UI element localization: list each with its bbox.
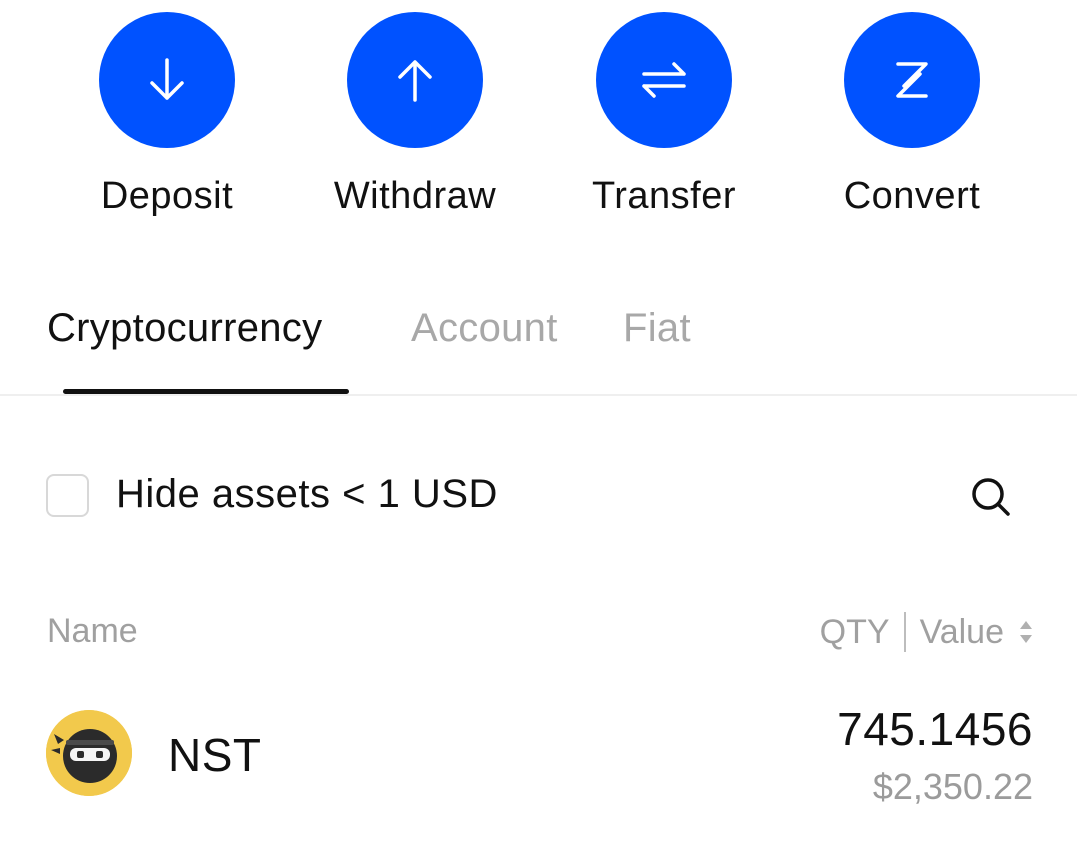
quick-actions: Deposit Withdraw Transfer Convert bbox=[0, 0, 1077, 240]
withdraw-button[interactable]: Withdraw bbox=[315, 12, 515, 232]
search-icon[interactable] bbox=[966, 472, 1016, 522]
name-column-header: Name bbox=[47, 612, 138, 650]
asset-list-header: Name QTY Value bbox=[0, 608, 1077, 658]
transfer-button[interactable]: Transfer bbox=[564, 12, 764, 232]
filter-row: Hide assets < 1 USD bbox=[0, 462, 1077, 532]
transfer-arrows-icon bbox=[596, 12, 732, 148]
tab-cryptocurrency[interactable]: Cryptocurrency bbox=[47, 306, 322, 351]
hide-small-assets-label[interactable]: Hide assets < 1 USD bbox=[116, 472, 498, 517]
sort-icon[interactable] bbox=[1018, 615, 1034, 649]
arrow-down-icon bbox=[99, 12, 235, 148]
asset-tabs: Cryptocurrency Account Fiat bbox=[0, 290, 1077, 396]
column-separator bbox=[903, 612, 906, 652]
qty-column-label: QTY bbox=[819, 612, 890, 651]
active-tab-indicator bbox=[63, 389, 349, 394]
tab-account[interactable]: Account bbox=[411, 306, 558, 351]
withdraw-label: Withdraw bbox=[333, 175, 497, 217]
asset-usd-value: $2,350.22 bbox=[872, 766, 1033, 807]
qty-value-column-header[interactable]: QTY Value bbox=[820, 612, 1034, 652]
deposit-label: Deposit bbox=[100, 175, 234, 217]
asset-row[interactable]: NST 745.1456 $2,350.22 bbox=[0, 700, 1077, 820]
convert-icon bbox=[844, 12, 980, 148]
value-column-label: Value bbox=[919, 612, 1004, 651]
asset-symbol: NST bbox=[168, 729, 262, 781]
tab-fiat[interactable]: Fiat bbox=[623, 306, 691, 351]
convert-label: Convert bbox=[843, 175, 981, 217]
transfer-label: Transfer bbox=[591, 175, 737, 217]
hide-small-assets-checkbox[interactable] bbox=[46, 474, 89, 517]
arrow-up-icon bbox=[347, 12, 483, 148]
asset-quantity: 745.1456 bbox=[837, 703, 1033, 755]
convert-button[interactable]: Convert bbox=[812, 12, 1012, 232]
ninja-coin-icon bbox=[46, 710, 132, 796]
deposit-button[interactable]: Deposit bbox=[67, 12, 267, 232]
